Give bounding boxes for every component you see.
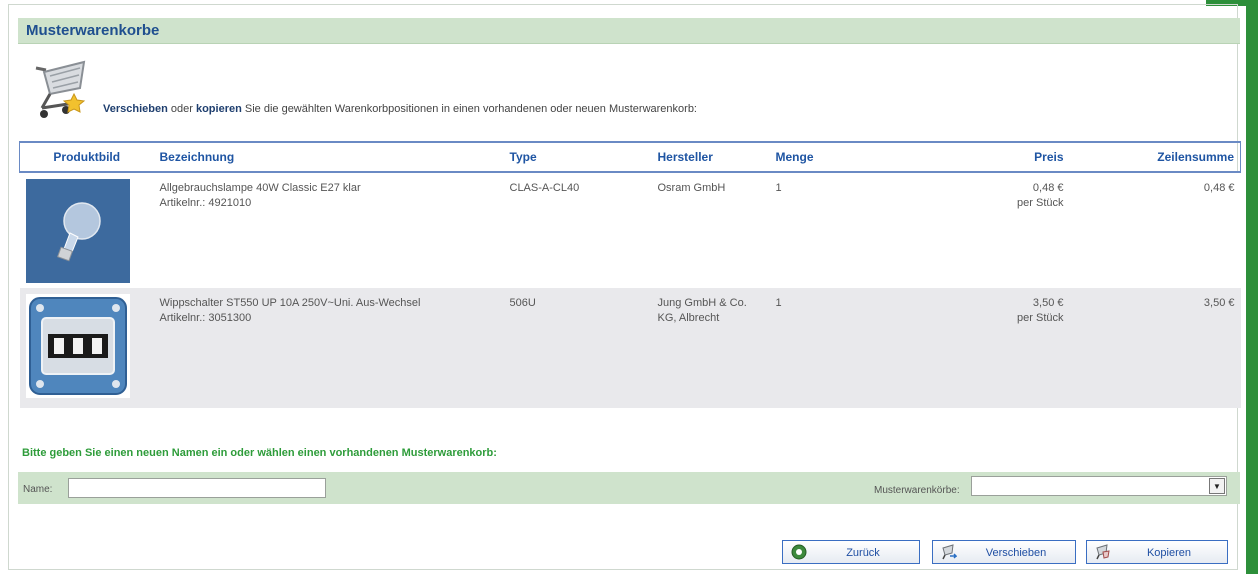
name-label: Name:	[23, 484, 53, 495]
table-row: Allgebrauchslampe 40W Classic E27 klar A…	[19, 172, 1241, 288]
basket-name-input[interactable]	[68, 478, 326, 498]
manufacturer: Jung GmbH & Co.	[657, 297, 747, 309]
instruction-copy-word: kopieren	[195, 103, 242, 115]
col-header-type: Type	[509, 150, 537, 164]
product-type: CLAS-A-CL40	[509, 182, 580, 194]
price: 0,48 €	[1032, 182, 1064, 194]
product-image-cell	[20, 288, 154, 408]
manufacturer-cell: Jung GmbH & Co. KG, Albrecht	[652, 288, 770, 408]
quantity: 1	[775, 297, 782, 309]
price-cell: 3,50 € per Stück	[890, 288, 1070, 408]
back-button[interactable]: Zurück	[782, 540, 920, 564]
manufacturer: Osram GmbH	[657, 182, 726, 194]
instruction-text: Verschieben oder kopieren Sie die gewähl…	[103, 103, 697, 115]
corner-accent	[1206, 0, 1258, 574]
title-bar: Musterwarenkorbe	[18, 18, 1240, 44]
product-name-cell: Allgebrauchslampe 40W Classic E27 klar A…	[154, 172, 504, 288]
quantity: 1	[775, 182, 782, 194]
baskets-select[interactable]: ▼	[971, 476, 1227, 496]
items-table: Produktbild Bezeichnung Type Hersteller …	[19, 141, 1241, 408]
instruction-rest: Sie die gewählten Warenkorbpositionen in…	[241, 103, 697, 115]
basket-name-prompt: Bitte geben Sie einen neuen Namen ein od…	[22, 447, 497, 459]
price-unit: per Stück	[1017, 312, 1064, 324]
shopping-cart-star-icon	[35, 60, 86, 118]
col-header-price: Preis	[1034, 150, 1064, 164]
product-image-cell	[20, 172, 154, 288]
product-name-cell: Wippschalter ST550 UP 10A 250V~Uni. Aus-…	[154, 288, 504, 408]
copy-button-label: Kopieren	[1146, 547, 1192, 559]
page-title: Musterwarenkorbe	[26, 22, 160, 39]
col-header-image: Produktbild	[19, 142, 154, 172]
baskets-label: Musterwarenkörbe:	[874, 485, 960, 496]
back-button-label: Zurück	[846, 547, 880, 559]
move-button-label: Verschieben	[985, 547, 1047, 559]
light-bulb-product-image[interactable]	[25, 179, 130, 283]
product-name[interactable]: Allgebrauchslampe 40W Classic E27 klar	[160, 181, 498, 196]
table-header-row: Produktbild Bezeichnung Type Hersteller …	[19, 142, 1241, 172]
manufacturer-cell: Osram GmbH	[652, 172, 770, 288]
col-header-name: Bezeichnung	[159, 150, 235, 164]
instruction-connector: oder	[167, 103, 196, 115]
col-header-manufacturer: Hersteller	[657, 150, 713, 164]
basket-form-bar: Name: Musterwarenkörbe: ▼	[18, 472, 1240, 504]
col-header-line-total: Zeilensumme	[1069, 142, 1241, 172]
line-total: 3,50 €	[1203, 297, 1235, 309]
product-type: 506U	[509, 297, 536, 309]
switch-product-image[interactable]	[25, 294, 130, 398]
article-number: Artikelnr.: 4921010	[159, 197, 252, 209]
instruction-move-word: Verschieben	[103, 103, 168, 115]
price-cell: 0,48 € per Stück	[890, 172, 1070, 288]
table-row: Wippschalter ST550 UP 10A 250V~Uni. Aus-…	[19, 288, 1241, 408]
copy-button[interactable]: Kopieren	[1086, 540, 1228, 564]
manufacturer-line2: KG, Albrecht	[657, 312, 720, 324]
article-number: Artikelnr.: 3051300	[159, 312, 252, 324]
line-total: 0,48 €	[1203, 182, 1235, 194]
move-button[interactable]: Verschieben	[932, 540, 1076, 564]
price: 3,50 €	[1032, 297, 1064, 309]
dropdown-arrow-icon[interactable]: ▼	[1209, 478, 1225, 494]
col-header-quantity: Menge	[775, 150, 814, 164]
product-name[interactable]: Wippschalter ST550 UP 10A 250V~Uni. Aus-…	[160, 296, 498, 311]
price-unit: per Stück	[1017, 197, 1064, 209]
